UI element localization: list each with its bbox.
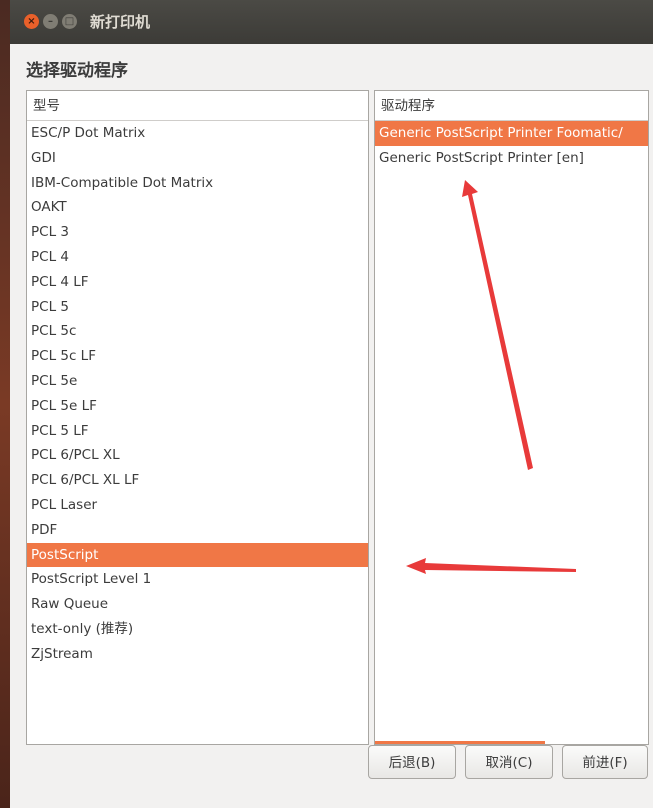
model-list-item[interactable]: PCL 5e LF (27, 394, 368, 419)
model-list-item[interactable]: PCL 3 (27, 220, 368, 245)
page-title: 选择驱动程序 (26, 61, 128, 81)
model-list-item[interactable]: ZjStream (27, 642, 368, 667)
model-list-item[interactable]: text-only (推荐) (27, 617, 368, 642)
model-list-item[interactable]: PCL 5 LF (27, 419, 368, 444)
model-list-item[interactable]: GDI (27, 146, 368, 171)
model-list-item[interactable]: PCL 4 (27, 245, 368, 270)
model-list[interactable]: 型号 ESC/P Dot Matrix GDI IBM-Compatible Dot… (26, 90, 369, 745)
horizontal-scrollbar[interactable] (375, 741, 545, 744)
close-icon[interactable]: × (24, 14, 39, 29)
cancel-button[interactable]: 取消(C) (465, 745, 553, 779)
title-bar: × – □ 新打印机 (10, 0, 653, 44)
model-list-item[interactable]: IBM-Compatible Dot Matrix (27, 171, 368, 196)
model-list-item[interactable]: ESC/P Dot Matrix (27, 121, 368, 146)
dialog-content: 选择驱动程序 型号 ESC/P Dot Matrix GDI IBM-Compati… (10, 44, 653, 808)
maximize-icon[interactable]: □ (62, 14, 77, 29)
model-list-item[interactable]: Raw Queue (27, 592, 368, 617)
model-list-item[interactable]: PCL 5e (27, 369, 368, 394)
model-list-item[interactable]: PostScript Level 1 (27, 567, 368, 592)
forward-button[interactable]: 前进(F) (562, 745, 648, 779)
back-button[interactable]: 后退(B) (368, 745, 456, 779)
model-list-item[interactable]: OAKT (27, 195, 368, 220)
driver-rows: Generic PostScript Printer Foomatic/Gene… (375, 121, 648, 171)
background-strip (0, 0, 10, 808)
model-list-item[interactable]: PCL 5c LF (27, 344, 368, 369)
model-list-item[interactable]: PCL 4 LF (27, 270, 368, 295)
driver-list[interactable]: 驱动程序 Generic PostScript Printer Foomatic… (374, 90, 649, 745)
model-list-item[interactable]: PostScript (27, 542, 368, 568)
model-list-item[interactable]: PCL 6/PCL XL LF (27, 468, 368, 493)
model-list-item[interactable]: PCL 5 (27, 295, 368, 320)
model-list-item[interactable]: PCL Laser (27, 493, 368, 518)
model-list-item[interactable]: PCL 6/PCL XL (27, 443, 368, 468)
minimize-icon[interactable]: – (43, 14, 58, 29)
model-list-item[interactable]: PDF (27, 518, 368, 543)
window-title: 新打印机 (90, 13, 151, 31)
model-list-item[interactable]: PCL 5c (27, 319, 368, 344)
driver-list-item[interactable]: Generic PostScript Printer [en] (375, 146, 648, 171)
driver-list-item[interactable]: Generic PostScript Printer Foomatic/ (375, 121, 648, 146)
model-rows: ESC/P Dot Matrix GDI IBM-Compatible Dot Ma… (27, 121, 368, 667)
driver-list-header[interactable]: 驱动程序 (375, 91, 648, 121)
model-list-header[interactable]: 型号 (27, 91, 368, 121)
